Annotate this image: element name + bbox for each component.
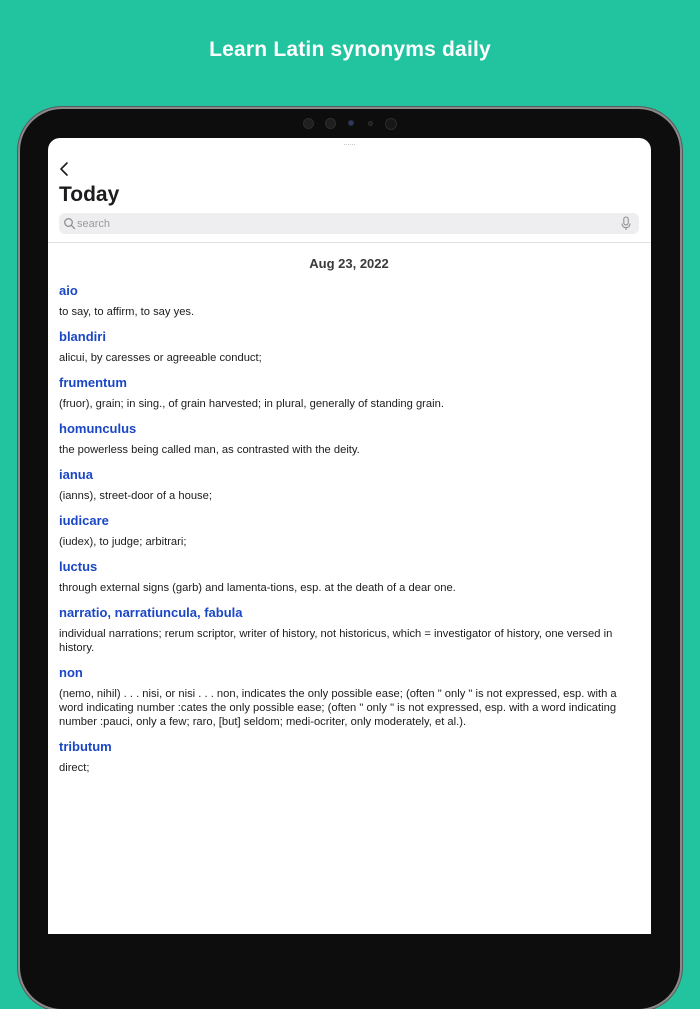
promo-banner-title: Learn Latin synonyms daily — [209, 38, 491, 61]
list-item: ianua (ianns), street-door of a house; — [59, 467, 639, 503]
daily-synonyms-list: Aug 23, 2022 aio to say, to affirm, to s… — [59, 254, 639, 775]
entry-definition: through external signs (garb) and lament… — [59, 582, 456, 594]
list-item: frumentum (fruor), grain; in sing., of g… — [59, 375, 639, 411]
search-bar[interactable] — [59, 213, 639, 234]
list-item: luctus through external signs (garb) and… — [59, 559, 639, 595]
entry-word-link[interactable]: homunculus — [59, 421, 639, 437]
entry-definition: (nemo, nihil) . . . nisi, or nisi . . . … — [59, 688, 617, 728]
camera-sensor-icon — [303, 118, 314, 129]
entry-definition: the powerless being called man, as contr… — [59, 444, 360, 456]
entry-word-link[interactable]: non — [59, 665, 639, 681]
entry-definition: (ianns), street-door of a house; — [59, 490, 212, 502]
list-item: iudicare (iudex), to judge; arbitrari; — [59, 513, 639, 549]
entry-word-link[interactable]: ianua — [59, 467, 639, 483]
entry-word-link[interactable]: aio — [59, 283, 639, 299]
entry-word-link[interactable]: luctus — [59, 559, 639, 575]
list-item: homunculus the powerless being called ma… — [59, 421, 639, 457]
entry-word-link[interactable]: narratio, narratiuncula, fabula — [59, 605, 639, 621]
entry-definition: (fruor), grain; in sing., of grain harve… — [59, 398, 444, 410]
entry-definition: direct; — [59, 762, 90, 774]
entry-definition: individual narrations; rerum scriptor, w… — [59, 628, 613, 654]
app-screen: Today Aug 23, 2022 aio to say, to affirm… — [48, 138, 651, 934]
front-camera-bar — [303, 116, 398, 132]
entry-word-link[interactable]: iudicare — [59, 513, 639, 529]
list-item: tributum direct; — [59, 739, 639, 775]
header-divider — [48, 242, 651, 243]
search-icon — [64, 218, 76, 230]
list-item: blandiri alicui, by caresses or agreeabl… — [59, 329, 639, 365]
chevron-left-icon — [60, 162, 68, 176]
entry-definition: alicui, by caresses or agreeable conduct… — [59, 352, 262, 364]
camera-indicator-icon — [348, 120, 354, 126]
list-item: non (nemo, nihil) . . . nisi, or nisi . … — [59, 665, 639, 729]
camera-sensor-icon — [368, 121, 373, 126]
list-item: aio to say, to affirm, to say yes. — [59, 283, 639, 319]
front-camera-lens-icon — [385, 118, 397, 130]
sheet-grabber[interactable] — [344, 144, 355, 147]
entry-definition: (iudex), to judge; arbitrari; — [59, 536, 187, 548]
page-title: Today — [59, 183, 120, 206]
entry-definition: to say, to affirm, to say yes. — [59, 306, 195, 318]
camera-sensor-icon — [325, 118, 336, 129]
list-item: narratio, narratiuncula, fabula individu… — [59, 605, 639, 655]
entry-word-link[interactable]: blandiri — [59, 329, 639, 345]
entry-word-link[interactable]: frumentum — [59, 375, 639, 391]
date-heading: Aug 23, 2022 — [309, 256, 389, 271]
search-input[interactable] — [77, 213, 617, 234]
back-button[interactable] — [54, 158, 76, 180]
entry-word-link[interactable]: tributum — [59, 739, 639, 755]
microphone-icon[interactable] — [620, 216, 632, 231]
